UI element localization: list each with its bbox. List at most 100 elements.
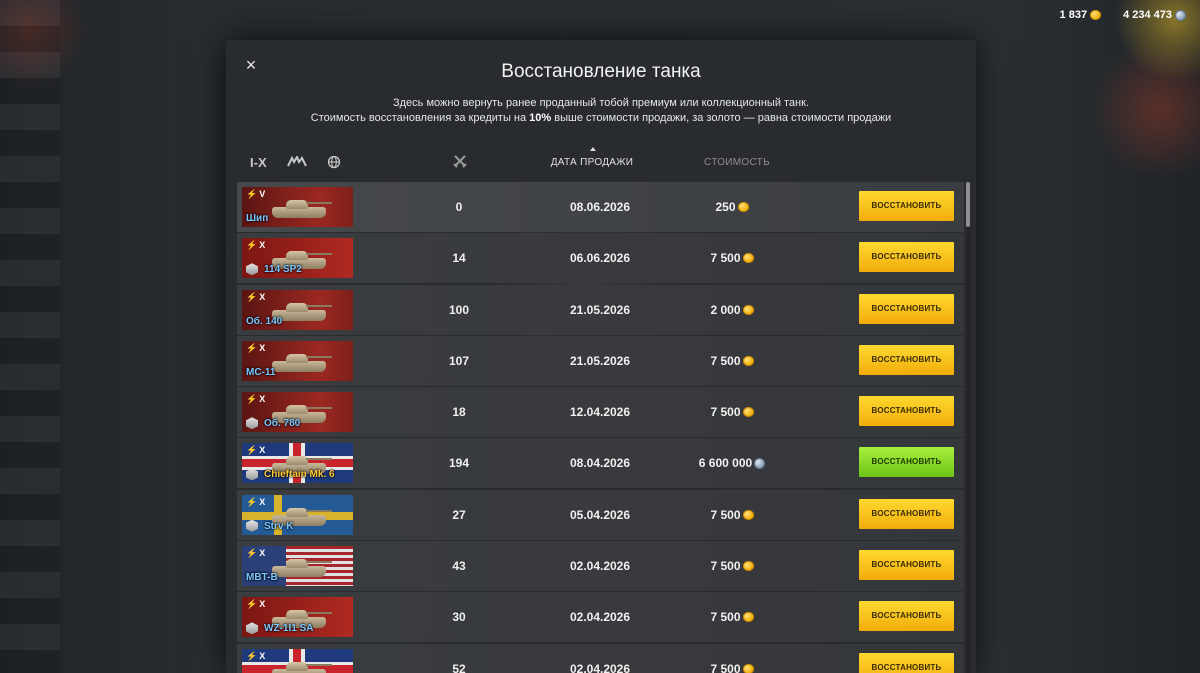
description-line-2: Стоимость восстановления за кредиты на 1…: [226, 111, 976, 126]
sale-date: 02.04.2026: [569, 610, 631, 625]
premium-chevron-icon: ⚡: [246, 599, 258, 610]
tank-name: Об. 140: [246, 315, 283, 327]
battles-count: 14: [452, 251, 466, 266]
cost-column-header[interactable]: СТОИМОСТЬ: [687, 157, 787, 168]
restore-button[interactable]: ВОССТАНОВИТЬ: [859, 498, 954, 529]
tank-name: МС-11: [246, 366, 276, 378]
gold-icon: [742, 509, 754, 520]
tier-label: ⚡ X: [246, 394, 265, 405]
restore-tank-dialog: × Восстановление танка Здесь можно верну…: [226, 40, 976, 673]
cost-value: 6 600 000: [698, 456, 753, 471]
scrollbar-thumb[interactable]: [966, 182, 970, 227]
tank-thumbnail[interactable]: ⚡ X MBT-B: [242, 546, 353, 587]
tank-thumbnail[interactable]: ⚡ X: [242, 648, 353, 673]
tier-value: V: [259, 189, 266, 199]
sale-date: 12.04.2026: [569, 405, 631, 420]
premium-chevron-icon: ⚡: [246, 445, 258, 456]
filter-bar: I-X: [250, 154, 341, 170]
restore-button[interactable]: ВОССТАНОВИТЬ: [859, 396, 954, 427]
restore-button[interactable]: ВОССТАНОВИТЬ: [859, 550, 954, 581]
cost-value: 7 500: [710, 507, 741, 522]
premium-badge-icon: [246, 468, 258, 481]
restore-cost: 7 500: [677, 490, 787, 540]
dialog-description: Здесь можно вернуть ранее проданный тобо…: [226, 96, 976, 126]
restore-button[interactable]: ВОССТАНОВИТЬ: [859, 191, 954, 221]
tank-row: ⚡ X МС-11 107 21.05.2026 7 500 ВОССТАНОВИТЬ: [237, 335, 964, 386]
battles-count: 107: [448, 353, 470, 368]
tier-value: X: [259, 342, 266, 353]
battles-count: 43: [452, 559, 466, 574]
premium-chevron-icon: ⚡: [246, 650, 258, 661]
description-percent: 10%: [529, 112, 552, 124]
cost-value: 250: [715, 200, 736, 214]
tier-value: X: [259, 240, 266, 251]
restore-button[interactable]: ВОССТАНОВИТЬ: [859, 344, 954, 375]
cost-value: 2 000: [710, 302, 741, 317]
gold-icon: [742, 304, 754, 315]
tank-thumbnail[interactable]: ⚡ X Об. 780: [242, 392, 353, 433]
gold-balance: 1 837: [1060, 9, 1102, 21]
restore-button[interactable]: ВОССТАНОВИТЬ: [859, 447, 954, 478]
dialog-title: Восстановление танка: [501, 61, 701, 82]
tank-name: 114 SP2: [264, 264, 302, 276]
restore-button[interactable]: ВОССТАНОВИТЬ: [859, 601, 954, 632]
tank-row: ⚡ X Chieftain Mk. 6 194 08.04.2026 6 600 000 В…: [237, 438, 964, 489]
tank-row: ⚡ X Об. 780 18 12.04.2026 7 500 ВОССТАНОВИТЬ: [237, 387, 964, 438]
premium-chevron-icon: ⚡: [246, 548, 258, 559]
restore-button[interactable]: ВОССТАНОВИТЬ: [859, 652, 954, 673]
tank-thumbnail[interactable]: ⚡ X WZ-1I1 SA: [242, 597, 353, 638]
battles-count: 27: [452, 507, 466, 522]
tank-row: ⚡ X 52 02.04.2026 7 500 ВОССТАНОВИТЬ: [237, 643, 964, 673]
credits-icon: [1175, 9, 1186, 21]
premium-chevron-icon: ⚡: [246, 291, 258, 302]
battles-count: 30: [452, 610, 466, 625]
tier-label: ⚡ V: [246, 189, 265, 200]
nation-filter-globe-icon[interactable]: [327, 154, 341, 170]
tank-row: ⚡ X Strv K 27 05.04.2026 7 500 ВОССТАНОВИТЬ: [237, 489, 964, 540]
sale-date: 21.05.2026: [569, 353, 631, 368]
credits-icon: [754, 457, 766, 469]
tank-thumbnail[interactable]: ⚡ X МС-11: [242, 340, 353, 381]
tank-row: ⚡ X MBT-B 43 02.04.2026 7 500 ВОССТАНОВИТЬ: [237, 541, 964, 592]
sale-date: 05.04.2026: [569, 507, 631, 522]
battles-count: 52: [452, 661, 466, 673]
premium-badge-icon: [246, 519, 258, 532]
tank-name: MBT-B: [246, 572, 278, 584]
restore-cost: 7 500: [677, 233, 787, 283]
vehicle-type-filter-icon[interactable]: [286, 154, 307, 170]
tier-label: ⚡ X: [246, 599, 265, 610]
gold-icon: [742, 561, 754, 572]
battles-count: 0: [455, 200, 463, 214]
restore-button[interactable]: ВОССТАНОВИТЬ: [859, 242, 954, 273]
tank-thumbnail[interactable]: ⚡ X Strv K: [242, 494, 353, 535]
credits-balance: 4 234 473: [1123, 9, 1186, 21]
battles-count: 100: [448, 302, 470, 317]
gold-icon: [742, 407, 754, 418]
gold-icon: [742, 663, 754, 673]
tank-thumbnail[interactable]: ⚡ X Chieftain Mk. 6: [242, 443, 353, 484]
currency-bar: 1 837 4 234 473: [1060, 9, 1186, 21]
sale-date: 02.04.2026: [569, 559, 631, 574]
battles-count: 18: [452, 405, 466, 420]
scrollbar[interactable]: [966, 182, 970, 673]
premium-badge-icon: [246, 622, 258, 635]
gold-icon: [737, 202, 749, 212]
tank-thumbnail[interactable]: ⚡ X 114 SP2: [242, 238, 353, 279]
tank-thumbnail[interactable]: ⚡ X Об. 140: [242, 289, 353, 330]
tank-thumbnail[interactable]: ⚡ V Шип: [242, 187, 353, 227]
tier-filter[interactable]: I-X: [250, 154, 267, 170]
restore-button[interactable]: ВОССТАНОВИТЬ: [859, 293, 954, 324]
battles-column-crossed-swords-icon[interactable]: [448, 153, 472, 172]
tier-value: X: [259, 394, 266, 405]
tank-row: ⚡ X WZ-1I1 SA 30 02.04.2026 7 500 ВОССТАНОВИТЬ: [237, 592, 964, 643]
date-column-header[interactable]: ДАТА ПРОДАЖИ: [542, 147, 642, 168]
cost-value: 7 500: [710, 661, 741, 673]
restore-cost: 7 500: [677, 592, 787, 642]
sale-date: 08.06.2026: [569, 200, 631, 214]
premium-chevron-icon: ⚡: [246, 189, 258, 199]
restore-cost: 7 500: [677, 336, 787, 386]
tier-label: ⚡ X: [246, 343, 265, 354]
tier-label: ⚡ X: [246, 292, 265, 303]
cost-value: 7 500: [710, 610, 741, 625]
tier-label: ⚡ X: [246, 548, 265, 559]
